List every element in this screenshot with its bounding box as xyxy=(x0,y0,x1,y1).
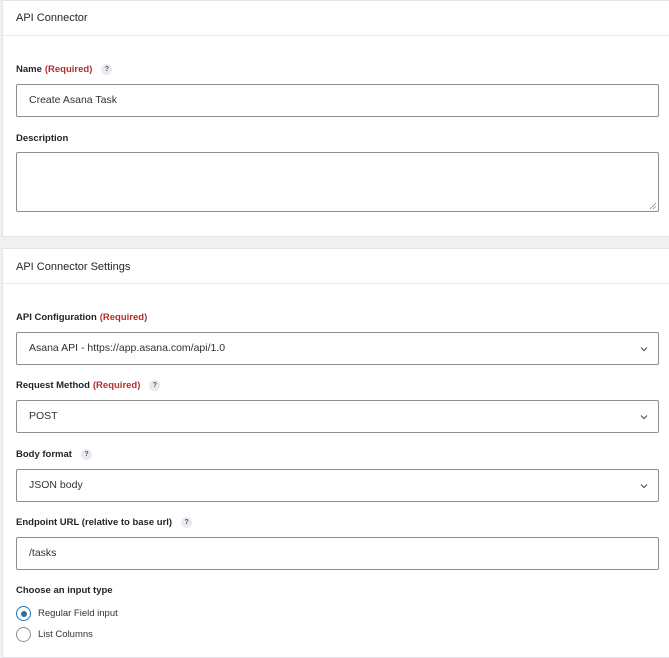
api-config-label: API Configuration (Required) xyxy=(16,312,147,323)
chevron-down-icon xyxy=(640,484,648,489)
required-marker: (Required) xyxy=(44,64,93,75)
question-help-icon[interactable]: ? xyxy=(149,380,161,391)
question-help-icon[interactable]: ? xyxy=(101,64,113,75)
panel-title: API Connector xyxy=(3,1,669,36)
radio-button-checked[interactable] xyxy=(16,606,31,621)
radio-list-columns[interactable]: List Columns xyxy=(16,627,93,642)
body-format-label-text: Body format xyxy=(16,449,72,460)
description-textarea[interactable] xyxy=(16,152,659,212)
question-help-icon[interactable]: ? xyxy=(80,449,92,460)
description-label: Description xyxy=(16,133,69,144)
request-method-value: POST xyxy=(29,410,58,422)
resize-handle-icon[interactable] xyxy=(649,202,657,210)
request-method-label: Request Method (Required) ? xyxy=(16,380,161,391)
required-marker: (Required) xyxy=(92,380,141,391)
name-input[interactable]: Create Asana Task xyxy=(16,84,659,117)
request-method-select[interactable]: POST xyxy=(16,400,659,433)
body-format-value: JSON body xyxy=(29,479,83,491)
radio-label: List Columns xyxy=(38,629,93,640)
chevron-down-icon xyxy=(640,415,648,420)
name-label-text: Name xyxy=(16,64,42,75)
request-method-label-text: Request Method xyxy=(16,380,90,391)
api-connector-panel: API Connector Name (Required) ? Create A… xyxy=(2,0,669,237)
endpoint-url-label-text: Endpoint URL (relative to base url) xyxy=(16,517,173,528)
question-help-icon[interactable]: ? xyxy=(181,517,193,528)
input-type-label: Choose an input type xyxy=(16,585,113,596)
endpoint-url-label: Endpoint URL (relative to base url) ? xyxy=(16,517,193,528)
api-connector-settings-panel: API Connector Settings API Configuration… xyxy=(2,248,669,658)
api-config-select[interactable]: Asana API - https://app.asana.com/api/1.… xyxy=(16,332,659,365)
radio-label: Regular Field input xyxy=(38,608,118,619)
api-config-label-text: API Configuration xyxy=(16,312,97,323)
chevron-down-icon xyxy=(640,347,648,352)
required-marker: (Required) xyxy=(99,312,148,323)
api-config-value: Asana API - https://app.asana.com/api/1.… xyxy=(29,342,226,354)
body-format-label: Body format ? xyxy=(16,449,92,460)
radio-regular-field-input[interactable]: Regular Field input xyxy=(16,606,118,621)
panel-title: API Connector Settings xyxy=(3,249,669,284)
name-label: Name (Required) ? xyxy=(16,64,113,75)
endpoint-url-input[interactable]: /tasks xyxy=(16,537,659,570)
radio-button[interactable] xyxy=(16,627,31,642)
body-format-select[interactable]: JSON body xyxy=(16,469,659,502)
